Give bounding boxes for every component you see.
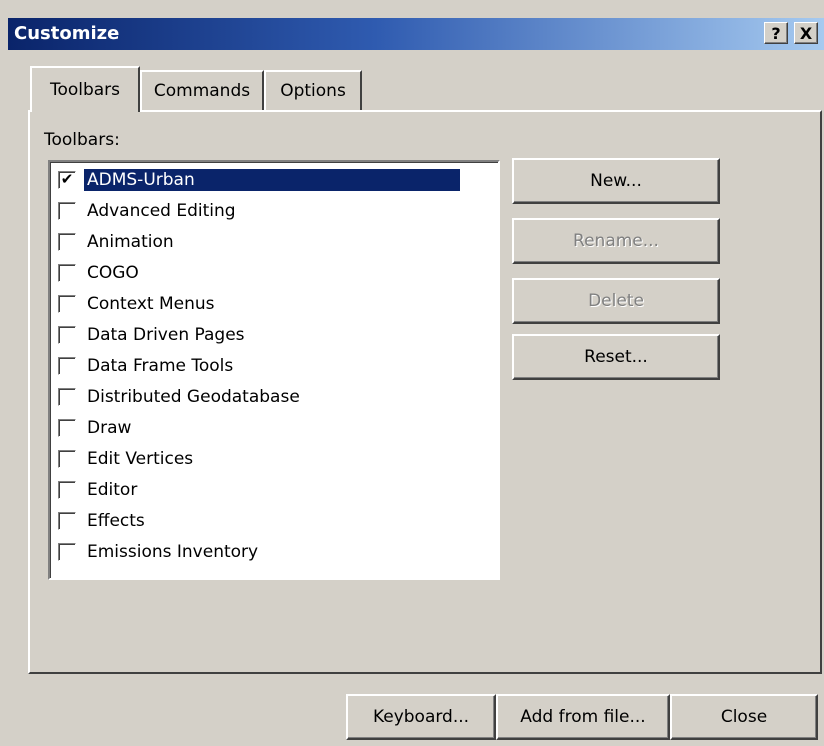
checkbox[interactable] bbox=[58, 511, 76, 530]
list-item-label: Animation bbox=[87, 231, 174, 252]
checkbox[interactable] bbox=[58, 263, 76, 282]
reset-button[interactable]: Reset... bbox=[512, 334, 720, 380]
rename-button[interactable]: Rename... bbox=[512, 218, 720, 264]
list-item-label: Context Menus bbox=[87, 293, 215, 314]
list-item[interactable]: Data Driven Pages bbox=[54, 319, 464, 350]
close-button[interactable]: Close bbox=[670, 694, 818, 740]
list-item-label: ADMS-Urban bbox=[84, 168, 460, 191]
list-item[interactable]: Draw bbox=[54, 412, 464, 443]
list-item-label: Data Frame Tools bbox=[87, 355, 234, 376]
list-item[interactable]: Data Frame Tools bbox=[54, 350, 464, 381]
list-item[interactable]: Editor bbox=[54, 474, 464, 505]
list-item[interactable]: Advanced Editing bbox=[54, 195, 464, 226]
check-mark-icon: ✔ bbox=[60, 170, 74, 188]
list-item-label: Emissions Inventory bbox=[87, 541, 259, 562]
new-button[interactable]: New... bbox=[512, 158, 720, 204]
checkbox[interactable] bbox=[58, 201, 76, 220]
list-item-label: Effects bbox=[87, 510, 145, 531]
tab-commands[interactable]: Commands bbox=[140, 70, 264, 110]
list-item-label: COGO bbox=[87, 262, 139, 283]
list-item[interactable]: Edit Vertices bbox=[54, 443, 464, 474]
checkbox[interactable] bbox=[58, 387, 76, 406]
list-item[interactable]: Emissions Inventory bbox=[54, 536, 464, 567]
keyboard-button[interactable]: Keyboard... bbox=[346, 694, 496, 740]
list-item[interactable]: Distributed Geodatabase bbox=[54, 381, 464, 412]
checkbox[interactable] bbox=[58, 542, 76, 561]
help-button[interactable]: ? bbox=[764, 22, 788, 44]
delete-button[interactable]: Delete bbox=[512, 278, 720, 324]
add-from-file-button[interactable]: Add from file... bbox=[496, 694, 670, 740]
tab-toolbars-label: Toolbars bbox=[49, 80, 121, 100]
tab-options[interactable]: Options bbox=[264, 70, 362, 110]
checkbox[interactable] bbox=[58, 356, 76, 375]
list-item-label: Data Driven Pages bbox=[87, 324, 245, 345]
list-item-label: Draw bbox=[87, 417, 132, 438]
toolbars-list-label: Toolbars: bbox=[44, 130, 120, 150]
tab-options-label: Options bbox=[280, 81, 346, 101]
checkbox[interactable] bbox=[58, 418, 76, 437]
checkbox[interactable] bbox=[58, 232, 76, 251]
list-item[interactable]: Context Menus bbox=[54, 288, 464, 319]
checkbox[interactable] bbox=[58, 294, 76, 313]
list-item[interactable]: COGO bbox=[54, 257, 464, 288]
customize-dialog: Customize ? X Toolbars Commands Options … bbox=[0, 0, 824, 746]
list-item[interactable]: Animation bbox=[54, 226, 464, 257]
close-window-button[interactable]: X bbox=[794, 22, 818, 44]
checkbox[interactable]: ✔ bbox=[58, 170, 76, 189]
list-item-label: Advanced Editing bbox=[87, 200, 236, 221]
toolbars-listbox[interactable]: ✔ ADMS-Urban Advanced Editing Animation … bbox=[48, 160, 500, 580]
checkbox[interactable] bbox=[58, 480, 76, 499]
tab-toolbars[interactable]: Toolbars bbox=[30, 66, 140, 112]
window-title: Customize bbox=[14, 23, 120, 44]
checkbox[interactable] bbox=[58, 449, 76, 468]
list-item-label: Distributed Geodatabase bbox=[87, 386, 300, 407]
list-item-label: Editor bbox=[87, 479, 138, 500]
list-item-label: Edit Vertices bbox=[87, 448, 194, 469]
checkbox[interactable] bbox=[58, 325, 76, 344]
tab-commands-label: Commands bbox=[153, 81, 251, 101]
title-bar[interactable]: Customize ? X bbox=[8, 18, 824, 50]
list-item[interactable]: Effects bbox=[54, 505, 464, 536]
list-item-adms-urban[interactable]: ✔ ADMS-Urban bbox=[54, 164, 464, 195]
